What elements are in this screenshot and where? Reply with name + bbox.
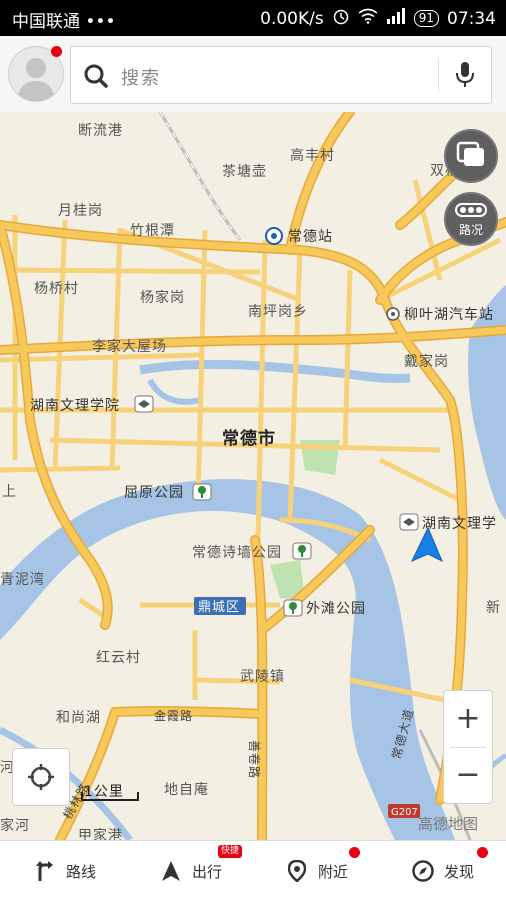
school-icon	[134, 395, 154, 413]
park-icon	[192, 483, 212, 501]
carrier-label: 中国联通 •••	[12, 12, 116, 32]
place-label: 戴家岗	[404, 353, 449, 370]
provider-watermark: 高德地图	[418, 815, 478, 833]
tab-nearby-label: 附近	[318, 862, 349, 881]
poi-label: 湖南文理学	[422, 516, 497, 532]
district-label: 鼎城区	[198, 600, 240, 615]
tab-route-label: 路线	[66, 862, 97, 881]
tab-route[interactable]: 路线	[34, 841, 96, 901]
place-label: 新	[486, 600, 501, 616]
traffic-label: 路况	[458, 223, 483, 237]
place-label: 高丰村	[290, 147, 335, 164]
navigation-arrow-icon	[160, 860, 182, 882]
traffic-button[interactable]: 路况	[444, 192, 498, 246]
place-label: 甲家港	[78, 827, 123, 840]
map-view[interactable]: 断流港 高丰村 茶塘壶 双桥坪 月桂岗 竹根潭 杨桥村 杨家岗 南坪岗乡 李家大…	[0, 112, 506, 840]
locate-button[interactable]	[12, 748, 70, 806]
search-bar[interactable]: 搜索	[70, 46, 492, 104]
zoom-out-button[interactable]: −	[444, 747, 492, 803]
search-icon	[83, 63, 109, 93]
place-label: 竹根潭	[130, 222, 175, 239]
road-label: 善卷路	[247, 740, 262, 779]
poi-label: 外滩公园	[306, 601, 366, 617]
tab-travel-label: 出行	[192, 862, 223, 881]
crosshair-icon	[28, 764, 54, 790]
microphone-icon[interactable]	[455, 61, 475, 93]
avatar-notification-dot	[51, 46, 62, 57]
travel-badge: 快捷	[218, 845, 243, 858]
scale-label: 1公里	[84, 784, 124, 800]
place-label: 上	[2, 484, 17, 500]
place-label: 南坪岗乡	[248, 304, 308, 320]
map-pin-icon	[286, 860, 308, 882]
net-speed: 0.00K/s	[260, 8, 324, 29]
place-label: 地自庵	[164, 781, 209, 798]
place-label: 武陵镇	[240, 669, 285, 685]
search-input[interactable]: 搜索	[121, 64, 161, 90]
bottom-nav: 路线 出行 快捷 附近 发现	[0, 840, 506, 901]
tab-nearby[interactable]: 附近	[286, 841, 348, 901]
station-icon	[265, 227, 283, 245]
place-label: 茶塘壶	[222, 164, 267, 180]
nearby-notification-dot	[349, 847, 360, 858]
school-icon	[399, 513, 419, 531]
signal-icon	[386, 8, 406, 29]
poi-label: 湖南文理学院	[30, 398, 120, 414]
layers-button[interactable]	[444, 129, 498, 183]
tab-travel[interactable]: 出行	[160, 841, 222, 901]
poi-label: 常德站	[288, 229, 333, 245]
poi-label: 柳叶湖汽车站	[404, 306, 494, 323]
alarm-icon	[332, 7, 350, 30]
bus-station-icon	[386, 307, 400, 321]
battery-indicator: 91	[413, 10, 439, 27]
tab-discover-label: 发现	[444, 862, 475, 881]
search-divider	[438, 59, 439, 91]
park-icon	[292, 542, 312, 560]
wifi-icon	[358, 8, 378, 29]
park-icon	[283, 599, 303, 617]
place-label: 和尚湖	[56, 710, 101, 726]
top-bar: 搜索	[0, 36, 506, 113]
compass-icon	[412, 860, 434, 882]
discover-notification-dot	[477, 847, 488, 858]
road-label: 金霞路	[154, 708, 193, 723]
route-badge: G207	[391, 807, 418, 818]
place-label: 杨桥村	[34, 281, 79, 297]
place-label: 月桂岗	[58, 203, 103, 219]
tab-discover[interactable]: 发现	[412, 841, 474, 901]
zoom-in-button[interactable]: +	[444, 691, 492, 747]
route-icon	[34, 860, 56, 882]
place-label: 断流港	[78, 123, 123, 139]
place-label: 青泥湾	[0, 571, 45, 588]
traffic-light-icon	[455, 203, 487, 217]
status-bar: 中国联通 ••• 0.00K/s 91 07:34	[0, 0, 506, 36]
city-label: 常德市	[222, 428, 276, 449]
place-label: 杨家岗	[140, 289, 185, 306]
clock: 07:34	[447, 8, 496, 29]
place-label: 李家大屋场	[92, 338, 167, 355]
place-label: 家河	[0, 817, 30, 834]
layers-icon	[456, 141, 484, 166]
place-label: 红云村	[96, 650, 141, 666]
poi-label: 屈原公园	[124, 485, 184, 501]
place-label: 常德诗墙公园	[192, 545, 282, 561]
zoom-controls: + −	[443, 690, 493, 804]
